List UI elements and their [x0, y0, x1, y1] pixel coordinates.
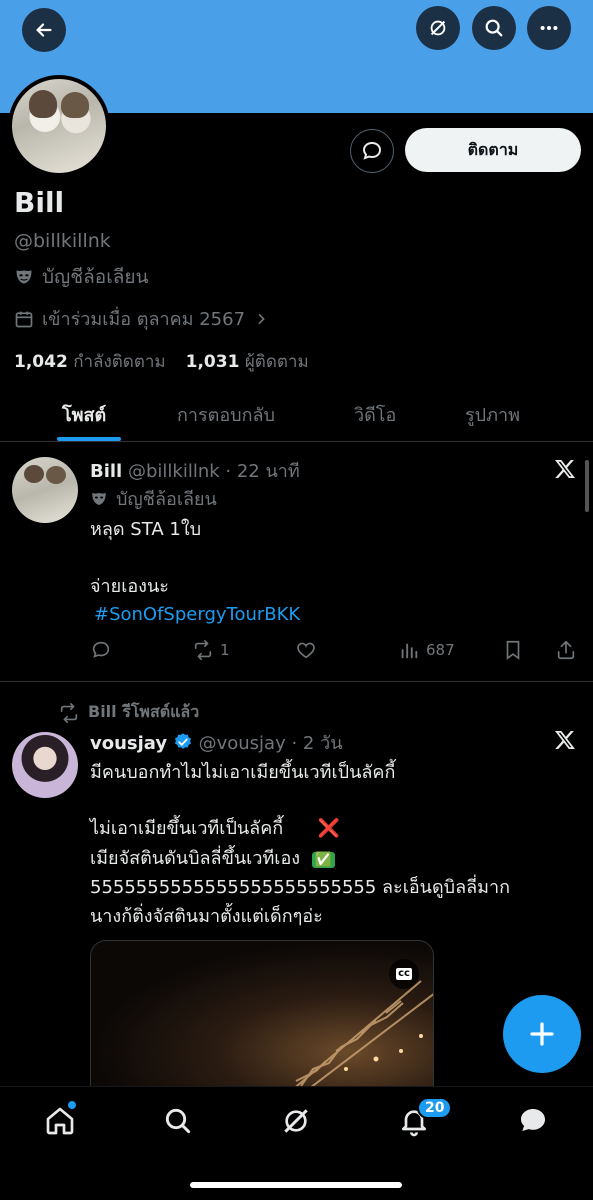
arrow-left-icon: [36, 23, 52, 37]
tab-photos[interactable]: รูปภาพ: [465, 400, 520, 429]
follow-button[interactable]: ติดตาม: [405, 128, 581, 172]
repost-count: 1: [220, 641, 230, 659]
profile-avatar[interactable]: [8, 75, 110, 177]
scrollbar[interactable]: [585, 460, 589, 512]
tab-videos[interactable]: วิดีโอ: [354, 400, 396, 429]
followers-link[interactable]: 1,031 ผู้ติดตาม: [186, 348, 309, 375]
post-text-line: มีคนบอกทำไมไม่เอาเมียขึ้นเวทีเป็นลัคกี้: [90, 762, 396, 783]
tab-active-indicator: [57, 437, 121, 441]
post-avatar[interactable]: [12, 457, 78, 523]
reply-button[interactable]: [90, 639, 112, 661]
views-chart-icon: [401, 643, 418, 659]
repost-icon: [60, 702, 78, 723]
repost-indicator: Bill รีโพสต์แล้ว: [58, 700, 199, 725]
cross-mark-emoji: ❌: [317, 818, 340, 839]
post-text-line: จ่ายเองนะ: [90, 576, 169, 597]
post-hashtag[interactable]: #SonOfSpergyTourBKK: [94, 600, 300, 629]
reply-icon: [92, 641, 110, 658]
captions-button[interactable]: cc: [389, 959, 419, 989]
home-notification-dot: [68, 1101, 76, 1109]
search-icon: [165, 1108, 191, 1134]
post-text-line: หลุด STA 1ใบ: [90, 519, 202, 540]
post-avatar[interactable]: [12, 732, 78, 798]
post-header: vousjay @vousjay · 2 วัน: [90, 728, 343, 757]
post-parody-text: บัญชีล้อเลียน: [116, 489, 217, 510]
search-icon: [485, 19, 503, 37]
stage-truss-graphic: [291, 980, 433, 1089]
joined-text: เข้าร่วมเมื่อ ตุลาคม 2567: [42, 309, 246, 330]
message-button[interactable]: [350, 129, 394, 173]
share-button[interactable]: [555, 639, 577, 661]
parody-text: บัญชีล้อเลียน: [42, 266, 149, 288]
back-button[interactable]: [22, 8, 66, 52]
post-text-line: นางก้ติ่งจัสตินมาตั้งแต่เด็กๆอ่ะ: [90, 906, 323, 927]
post-text-line: 5555555555555555555555555 ละเอ็นดูบิลลี่…: [90, 877, 511, 898]
repost-button[interactable]: 1: [192, 639, 230, 661]
nav-grok[interactable]: [278, 1103, 314, 1139]
nav-home[interactable]: [42, 1101, 78, 1139]
post-author-name[interactable]: vousjay: [90, 733, 167, 754]
profile-tabs: โพสต์ การตอบกลับ วิดีโอ รูปภาพ: [0, 392, 593, 442]
more-button[interactable]: [527, 6, 571, 50]
x-logo-icon: [555, 731, 575, 749]
post-author-handle[interactable]: @billkillnk: [128, 461, 220, 482]
grok-button[interactable]: [416, 6, 460, 50]
chat-bubble-icon: [521, 1109, 545, 1131]
views-button[interactable]: 687: [398, 639, 455, 661]
captions-icon: cc: [396, 968, 412, 980]
profile-name: Bill: [14, 186, 65, 219]
nav-search[interactable]: [160, 1103, 196, 1139]
home-indicator-bar[interactable]: [190, 1182, 402, 1188]
share-icon: [557, 640, 575, 660]
bookmark-button[interactable]: [502, 639, 524, 661]
verified-badge-icon: [174, 733, 191, 749]
post-header: Bill @billkillnk · 22 นาที: [90, 456, 300, 485]
compose-post-button[interactable]: [503, 995, 581, 1073]
x-logo-icon: [555, 460, 575, 478]
check-mark-emoji: ✅: [311, 852, 335, 868]
search-button[interactable]: [472, 6, 516, 50]
grok-icon: [284, 1109, 308, 1133]
grok-icon: [430, 20, 446, 36]
profile-handle: @billkillnk: [14, 230, 111, 252]
post-time: · 22 นาที: [225, 461, 300, 482]
post-actions: 1 687: [90, 639, 580, 669]
tab-replies[interactable]: การตอบกลับ: [177, 400, 275, 429]
post-text-line: ไม่เอาเมียขึ้นเวทีเป็นลัคกี้ ❌: [90, 818, 340, 839]
plus-icon: [530, 1022, 554, 1046]
joined-date[interactable]: เข้าร่วมเมื่อ ตุลาคม 2567: [14, 304, 269, 333]
post-time: · 2 วัน: [291, 733, 343, 754]
post-parody-label: บัญชีล้อเลียน: [90, 484, 217, 513]
follow-stats: 1,042 กำลังติดตาม 1,031 ผู้ติดตาม: [14, 348, 309, 375]
post-text-line: เมียจัสตินดันบิลลี่ขึ้นเวทีเอง ✅: [90, 844, 335, 875]
post-author-name[interactable]: Bill: [90, 461, 122, 482]
like-button[interactable]: [295, 639, 317, 661]
notifications-badge: 20: [417, 1097, 453, 1119]
mask-icon: [92, 492, 106, 505]
parody-label: บัญชีล้อเลียน: [14, 262, 148, 292]
following-link[interactable]: 1,042 กำลังติดตาม: [14, 348, 166, 375]
chat-bubble-icon: [362, 141, 382, 160]
post-media-video[interactable]: cc: [90, 940, 434, 1090]
repost-label[interactable]: Bill รีโพสต์แล้ว: [88, 700, 199, 725]
repost-icon: [194, 640, 212, 660]
tab-posts[interactable]: โพสต์: [62, 400, 106, 429]
post-author-handle[interactable]: @vousjay: [199, 733, 286, 754]
bookmark-icon: [506, 640, 520, 660]
nav-messages[interactable]: [515, 1103, 551, 1139]
calendar-icon: [15, 311, 33, 327]
post-item[interactable]: Bill @billkillnk · 22 นาที บัญชีล้อเลียน…: [0, 443, 593, 681]
views-count: 687: [426, 641, 455, 659]
heart-icon: [297, 642, 315, 659]
more-icon: [540, 25, 558, 31]
mask-icon: [16, 270, 32, 284]
chevron-right-icon: [258, 313, 265, 324]
home-icon: [46, 1107, 74, 1135]
